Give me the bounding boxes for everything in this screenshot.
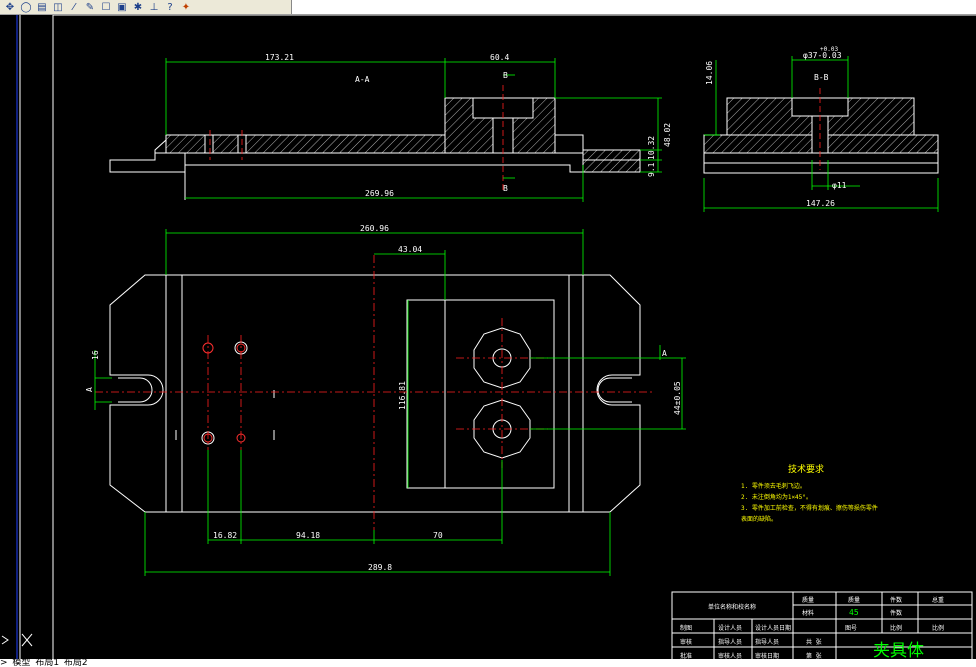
toolbar-strip: ✥ ◯ ▤ ◫ ⁄ ✎ ☐ ▣ ✱ ⊥ ? ✦ xyxy=(0,0,292,14)
dim-60-4: 60.4 xyxy=(490,53,509,62)
toolbar: ✥ ◯ ▤ ◫ ⁄ ✎ ☐ ▣ ✱ ⊥ ? ✦ xyxy=(0,0,976,15)
section-label-a-a: A-A xyxy=(355,75,370,84)
dim-70: 70 xyxy=(433,531,443,540)
tb-total-label: 总重 xyxy=(932,596,944,604)
tb-quantity-header: 件数 xyxy=(890,596,902,604)
dim-a-right: A xyxy=(662,349,667,358)
section-b-b-view xyxy=(703,97,939,174)
tb-design-date: 设计人员日期 xyxy=(755,624,791,632)
title-block-text: 单位名称和校名称 质量 材料 质量 45 件数 件数 总重 图号 比例 比例 制… xyxy=(680,596,944,660)
tb-material-value: 45 xyxy=(849,608,859,617)
zoom-window-icon[interactable]: ▤ xyxy=(36,2,48,13)
dim-94-18: 94.18 xyxy=(296,531,320,540)
tb-row-label-4: 共 张 xyxy=(806,638,822,646)
technical-requirements: 技术要求 1. 零件须去毛刺飞边。 2. 未注倒角均为1×45°。 3. 零件加… xyxy=(741,463,878,523)
dim-48-02: 48.02 xyxy=(663,123,672,147)
section-label-b-b: B-B xyxy=(814,73,829,82)
cad-drawing: 173.21 60.4 269.96 A-A B B 48.02 10.32 9… xyxy=(1,15,976,660)
tb-material-label: 材料 xyxy=(802,609,814,617)
section-a-a-dims xyxy=(165,58,662,202)
tb-design: 设计人员 xyxy=(718,624,742,632)
tb-drawing-no-label: 图号 xyxy=(845,625,857,632)
dim-16-82: 16.82 xyxy=(213,531,237,540)
tech-req-title: 技术要求 xyxy=(788,463,824,475)
insert-icon[interactable]: ▣ xyxy=(116,2,128,13)
settings-icon[interactable]: ✦ xyxy=(180,2,192,13)
tb-scale-header: 比例 xyxy=(890,624,902,632)
plan-view-dims xyxy=(94,229,686,576)
dim-9-1: 9.1 xyxy=(647,162,656,177)
dim-116-81: 116.81 xyxy=(398,381,407,410)
block-icon[interactable]: ☐ xyxy=(100,2,112,13)
plan-view-holes xyxy=(175,341,275,445)
dim-43-04: 43.04 xyxy=(398,245,422,254)
tb-scale-label: 比例 xyxy=(932,624,944,632)
dim-phi11: φ11 xyxy=(832,181,847,190)
dim-phi37-tol: +0.03 xyxy=(820,46,838,53)
layout-tabs-bar: > 模型 布局1 布局2 xyxy=(0,659,976,667)
tb-check: 指导人员 xyxy=(718,638,742,646)
dim-b-top: B xyxy=(503,71,508,80)
dim-a-left: A xyxy=(85,387,94,392)
tech-req-line-4: 表面的缺陷。 xyxy=(741,515,777,523)
dim-173-21: 173.21 xyxy=(265,53,294,62)
tab-layout-2[interactable]: 布局2 xyxy=(64,659,88,667)
drawing-canvas[interactable]: 173.21 60.4 269.96 A-A B B 48.02 10.32 9… xyxy=(0,15,976,660)
tab-layout-1[interactable]: 布局1 xyxy=(35,659,59,667)
dim-147-26: 147.26 xyxy=(806,199,835,208)
tb-row-label-2: 审核 xyxy=(680,638,692,646)
dim-16: 16 xyxy=(91,350,100,360)
dim-14-06: 14.06 xyxy=(705,61,714,85)
plan-view xyxy=(109,274,641,513)
gear-icon[interactable]: ✱ xyxy=(132,2,144,13)
properties-icon[interactable]: ⁄ xyxy=(68,2,80,13)
match-icon[interactable]: ✎ xyxy=(84,2,96,13)
zoom-previous-icon[interactable]: ◫ xyxy=(52,2,64,13)
tb-weight-label: 质量 xyxy=(802,596,814,604)
tech-req-line-1: 1. 零件须去毛刺飞边。 xyxy=(741,482,806,490)
plan-view-centerlines xyxy=(95,255,655,530)
help-icon[interactable]: ? xyxy=(164,2,176,13)
dim-289-8: 289.8 xyxy=(368,563,392,572)
tb-part-name: 夹具体 xyxy=(873,641,924,660)
tb-check-date: 指导人员 xyxy=(755,638,779,646)
dim-10-32: 10.32 xyxy=(647,136,656,160)
tb-row-label-1: 制图 xyxy=(680,624,692,632)
plan-view-dim-text: 260.96 43.04 16 A 116.81 44±0.05 A 16.82… xyxy=(85,224,682,572)
dim-260-96: 260.96 xyxy=(360,224,389,233)
tb-weight-header: 质量 xyxy=(848,596,860,604)
dim-44: 44±0.05 xyxy=(673,381,682,415)
tech-req-line-2: 2. 未注倒角均为1×45°。 xyxy=(741,493,812,501)
dim-269-96: 269.96 xyxy=(365,189,394,198)
tb-school: 单位名称和校名称 xyxy=(708,603,756,611)
title-block xyxy=(671,591,973,660)
tab-model[interactable]: 模型 xyxy=(12,659,30,667)
tech-req-line-3: 3. 零件加工前检查，不得有划痕、擦伤等损伤零件 xyxy=(741,504,878,512)
prompt-symbol: > xyxy=(0,659,8,667)
pan-icon[interactable]: ✥ xyxy=(4,2,16,13)
dim-b-bottom: B xyxy=(503,184,508,193)
orbit-icon[interactable]: ◯ xyxy=(20,2,32,13)
section-a-a-view xyxy=(109,97,641,200)
pin-icon[interactable]: ⊥ xyxy=(148,2,160,13)
tb-quantity-label: 件数 xyxy=(890,609,902,617)
